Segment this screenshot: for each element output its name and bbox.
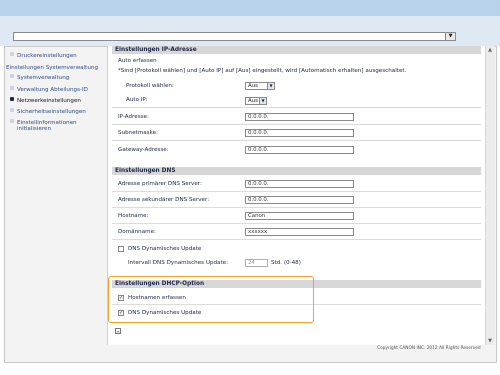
dhcp-dns-update-checkbox[interactable]: ✓ bbox=[118, 310, 124, 316]
browser-toolbar bbox=[0, 16, 500, 46]
divider bbox=[112, 223, 481, 224]
gateway-field[interactable]: 0.0.0.0. bbox=[245, 146, 354, 154]
scrollbar[interactable]: ▲ ▼ bbox=[485, 46, 495, 345]
subnet-field[interactable]: 0.0.0.0. bbox=[245, 129, 354, 137]
protocol-select-value: Aus bbox=[248, 83, 258, 89]
dns-interval-label: Intervall DNS Dynamisches Update: bbox=[128, 260, 228, 266]
page-top-icon[interactable]: ≡ bbox=[115, 328, 121, 334]
section-header-ip: Einstellungen IP-Adresse bbox=[112, 46, 481, 54]
scroll-down-icon[interactable]: ▼ bbox=[486, 337, 494, 345]
auto-capture-label: Auto erfassen bbox=[118, 58, 157, 64]
sidebar-item-label: initialisieren bbox=[17, 126, 52, 132]
protocol-label: Protokoll wählen: bbox=[126, 83, 174, 89]
section-header-dhcp: Einstellungen DHCP-Option bbox=[112, 280, 481, 288]
dhcp-dns-update-label: DNS Dynamisches Update bbox=[128, 310, 202, 316]
protocol-select[interactable]: Aus ▼ bbox=[245, 82, 275, 90]
sidebar-item-druckereinstellungen[interactable]: Druckereinstellungen bbox=[10, 52, 77, 59]
ip-address-field[interactable]: 0.0.0.0. bbox=[245, 113, 354, 121]
divider bbox=[112, 239, 481, 240]
scroll-up-icon[interactable]: ▲ bbox=[486, 46, 494, 54]
bullet-icon bbox=[10, 97, 14, 101]
copyright-text: Copyright CANON INC. 2012 All Rights Res… bbox=[377, 346, 481, 351]
bullet-icon bbox=[10, 119, 14, 123]
dns-dynamic-update-label: DNS Dynamisches Update bbox=[128, 246, 202, 252]
sidebar-item-sicherheitseinstellungen[interactable]: Sicherheitseinstellungen bbox=[10, 108, 86, 115]
sidebar-item-label: Sicherheitseinstellungen bbox=[17, 109, 86, 115]
domain-field[interactable]: xxxxxx bbox=[245, 228, 354, 236]
bullet-icon bbox=[10, 108, 14, 112]
sidebar-item-netzwerkeinstellungen[interactable]: Netzwerkeinstellungen bbox=[10, 97, 81, 104]
primary-dns-label: Adresse primärer DNS Server: bbox=[118, 181, 202, 187]
sidebar-group-systemverwaltung: Einstellungen Systemverwaltung bbox=[6, 65, 98, 71]
sidebar-group-label: Einstellungen Systemverwaltung bbox=[6, 65, 98, 71]
dns-dynamic-update-checkbox[interactable] bbox=[118, 246, 124, 252]
sidebar-item-label: Verwaltung Abteilungs-ID bbox=[17, 87, 88, 93]
sidebar-item-label: Netzwerkeinstellungen bbox=[17, 98, 81, 104]
sidebar-item-initialisieren-line2[interactable]: initialisieren bbox=[17, 126, 51, 132]
sidebar-item-systemverwaltung[interactable]: Systemverwaltung bbox=[10, 74, 69, 81]
gateway-label: Gateway-Adresse: bbox=[118, 147, 169, 153]
sidebar-item-label: Druckereinstellungen bbox=[17, 53, 77, 59]
bullet-icon bbox=[10, 52, 14, 56]
dns-interval-unit: Std. (0-48) bbox=[271, 260, 301, 266]
divider bbox=[112, 304, 481, 305]
dns-interval-field[interactable]: 24 bbox=[245, 259, 268, 267]
sidebar-item-abteilungs-id[interactable]: Verwaltung Abteilungs-ID bbox=[10, 86, 88, 93]
settings-panel: Einstellungen IP-Adresse Auto erfassen *… bbox=[107, 46, 485, 345]
divider bbox=[112, 124, 481, 125]
hostname-label: Hostname: bbox=[118, 213, 149, 219]
ip-address-label: IP-Adresse: bbox=[118, 114, 149, 120]
secondary-dns-field[interactable]: 0.0.0.0. bbox=[245, 196, 354, 204]
chevron-down-icon: ▼ bbox=[267, 83, 274, 89]
domain-label: Domänname: bbox=[118, 229, 156, 235]
address-dropdown[interactable]: ▼ bbox=[13, 32, 456, 41]
section-header-dns: Einstellungen DNS bbox=[112, 167, 481, 175]
bullet-icon bbox=[10, 74, 14, 78]
divider bbox=[112, 191, 481, 192]
dhcp-hostname-checkbox[interactable]: ✓ bbox=[118, 295, 124, 301]
browser-title-bar bbox=[0, 0, 500, 16]
primary-dns-field[interactable]: 0.0.0.0. bbox=[245, 180, 354, 188]
chevron-down-icon: ▼ bbox=[259, 98, 266, 104]
autoip-select-value: Aus bbox=[248, 98, 258, 104]
dhcp-hostname-label: Hostnamen erfassen bbox=[128, 295, 186, 301]
divider bbox=[112, 140, 481, 141]
sidebar-item-label: Systemverwaltung bbox=[17, 75, 70, 81]
bullet-icon bbox=[10, 86, 14, 90]
sidebar-item-initialisieren[interactable]: Einstellinformationen bbox=[10, 119, 77, 126]
secondary-dns-label: Adresse sekundärer DNS Server: bbox=[118, 197, 210, 203]
hostname-field[interactable]: Canon bbox=[245, 212, 354, 220]
ip-note: *Sind [Protokoll wählen] und [Auto IP] a… bbox=[118, 68, 407, 74]
subnet-label: Subnetmaske: bbox=[118, 130, 158, 136]
autoip-label: Auto IP: bbox=[126, 97, 148, 103]
chevron-down-icon[interactable]: ▼ bbox=[445, 33, 455, 40]
sidebar: Druckereinstellungen Einstellungen Syste… bbox=[4, 46, 105, 346]
autoip-select[interactable]: Aus ▼ bbox=[245, 97, 267, 105]
divider bbox=[112, 207, 481, 208]
divider bbox=[112, 107, 481, 108]
